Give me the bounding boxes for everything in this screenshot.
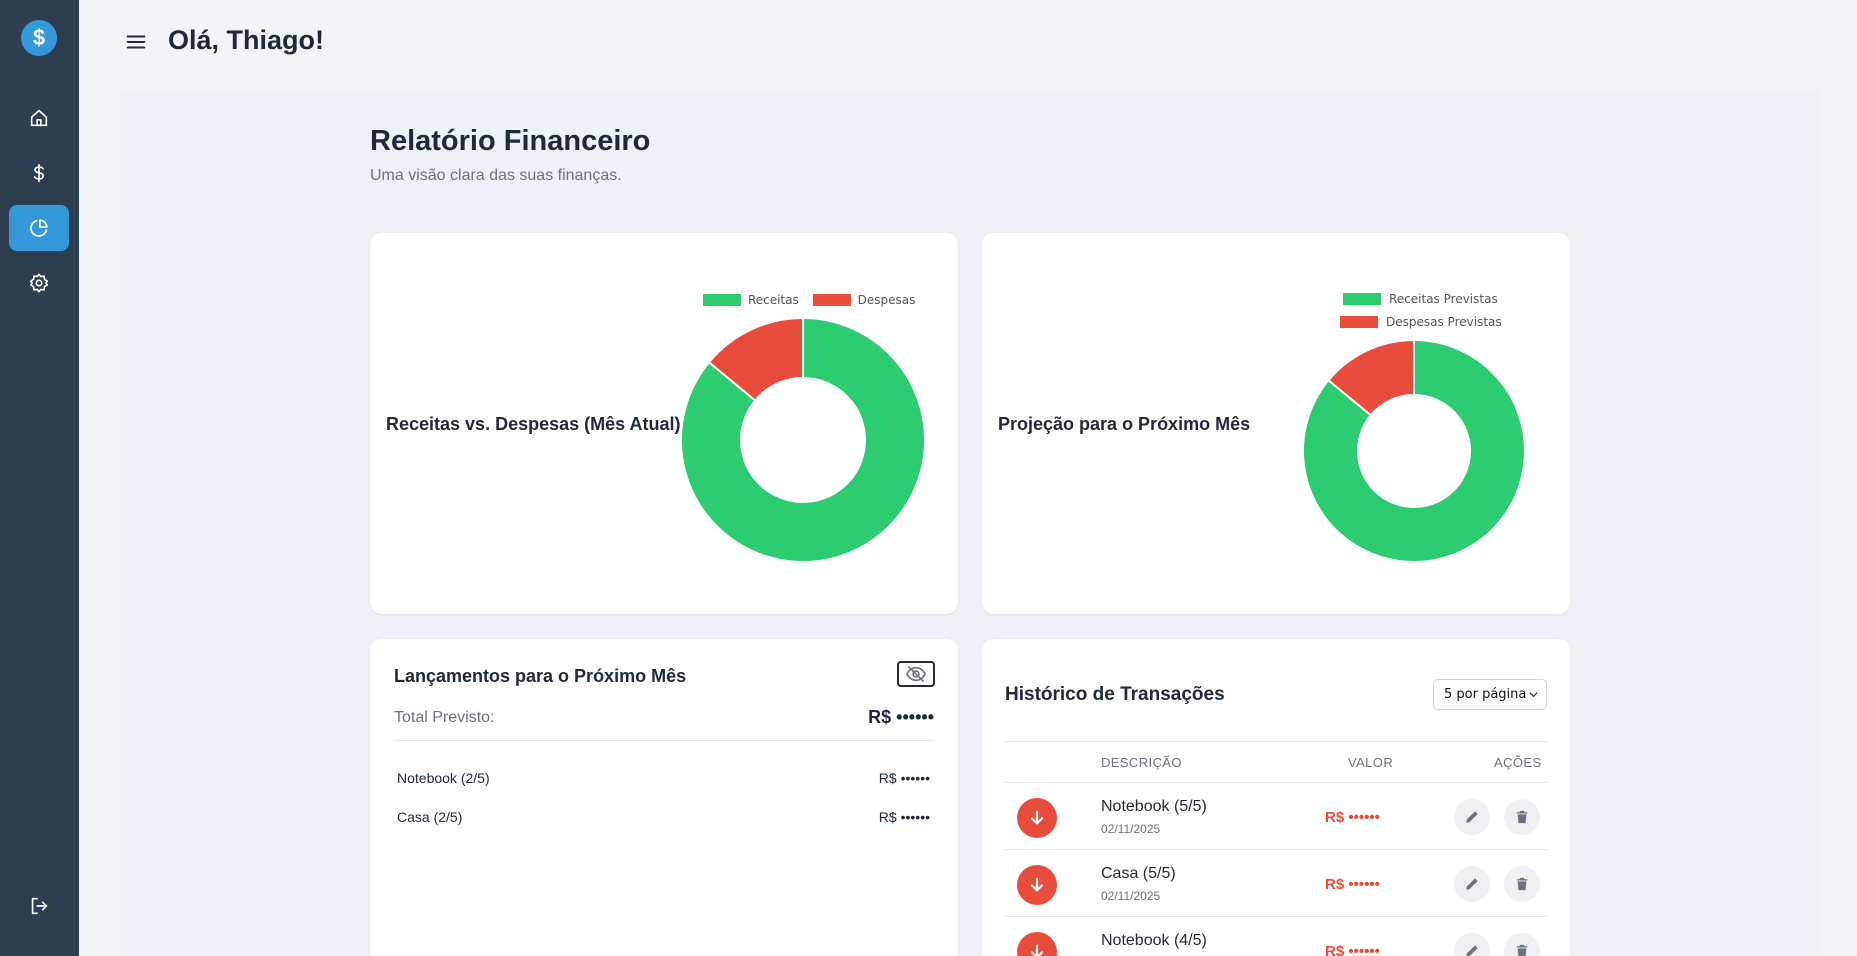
list-item: Casa (2/5) R$ •••••• — [397, 809, 930, 825]
sidebar-item-home[interactable] — [9, 95, 69, 141]
logo-dollar-icon[interactable]: $ — [21, 20, 57, 56]
trash-icon — [1516, 810, 1528, 824]
list-item-value: R$ •••••• — [878, 809, 930, 825]
table-row: Casa (5/5) 02/11/2025 R$ •••••• — [1005, 850, 1547, 917]
donut-chart — [1302, 338, 1526, 563]
transaction-description: Notebook (4/5) — [1101, 932, 1207, 949]
history-title: Histórico de Transações — [1005, 684, 1225, 705]
column-header-value: VALOR — [1348, 755, 1394, 770]
sidebar-item-reports[interactable] — [9, 205, 69, 251]
edit-button[interactable] — [1454, 799, 1490, 835]
chevron-down-icon — [1529, 692, 1538, 698]
eye-off-icon — [906, 665, 926, 683]
page-subtitle: Uma visão clara das suas finanças. — [370, 167, 622, 184]
total-value: R$ •••••• — [868, 707, 934, 727]
column-header-description: DESCRIÇÃO — [1101, 755, 1182, 770]
expense-badge — [1017, 798, 1057, 838]
menu-toggle-button[interactable] — [124, 30, 148, 54]
arrow-down-icon — [1030, 877, 1044, 892]
transaction-description: Casa (5/5) — [1101, 865, 1176, 882]
toggle-visibility-button[interactable] — [897, 661, 935, 687]
divider — [394, 740, 934, 741]
chart-card-projection: Projeção para o Próximo Mês Receitas Pre… — [982, 233, 1570, 614]
logout-button[interactable] — [9, 883, 69, 929]
gear-icon — [29, 273, 49, 293]
page-size-value: 5 por página — [1444, 687, 1527, 702]
transaction-date: 02/11/2025 — [1101, 889, 1161, 903]
pencil-icon — [1466, 811, 1478, 823]
list-item-label: Casa (2/5) — [397, 809, 463, 825]
home-icon — [30, 109, 48, 127]
transaction-value: R$ •••••• — [1325, 876, 1380, 893]
page-title: Relatório Financeiro — [370, 125, 651, 157]
transaction-description: Notebook (5/5) — [1101, 798, 1207, 815]
transaction-value: R$ •••••• — [1325, 943, 1380, 956]
list-item: Notebook (2/5) R$ •••••• — [397, 770, 930, 786]
list-item-label: Notebook (2/5) — [397, 770, 490, 786]
greeting: Olá, Thiago! — [168, 25, 325, 55]
donut-chart — [680, 316, 926, 563]
arrow-down-icon — [1030, 944, 1044, 956]
expense-badge — [1017, 932, 1057, 956]
upcoming-card: Lançamentos para o Próximo Mês Total Pre… — [370, 639, 958, 956]
edit-button[interactable] — [1454, 933, 1490, 956]
pencil-icon — [1466, 878, 1478, 890]
delete-button[interactable] — [1504, 933, 1540, 956]
delete-button[interactable] — [1504, 866, 1540, 902]
table-row: Notebook (5/5) 02/11/2025 R$ •••••• — [1005, 783, 1547, 850]
list-item-value: R$ •••••• — [878, 770, 930, 786]
table-row: Notebook (4/5) R$ •••••• — [1005, 917, 1547, 956]
sidebar: $ — [0, 0, 79, 956]
pencil-icon — [1466, 945, 1478, 956]
sidebar-item-settings[interactable] — [9, 260, 69, 306]
delete-button[interactable] — [1504, 799, 1540, 835]
chart-card-current-month: Receitas vs. Despesas (Mês Atual) Receit… — [370, 233, 958, 614]
history-card: Histórico de Transações 5 por página DES… — [982, 639, 1570, 956]
expense-badge — [1017, 865, 1057, 905]
dollar-icon — [33, 163, 44, 183]
column-header-actions: AÇÕES — [1494, 755, 1542, 770]
total-label: Total Previsto: — [394, 709, 495, 726]
sidebar-item-transactions[interactable] — [9, 150, 69, 196]
transaction-value: R$ •••••• — [1325, 809, 1380, 826]
upcoming-title: Lançamentos para o Próximo Mês — [394, 666, 687, 686]
logout-icon — [31, 897, 48, 915]
divider — [1005, 741, 1547, 742]
trash-icon — [1516, 944, 1528, 956]
pie-chart-icon — [30, 219, 48, 237]
page-size-select[interactable]: 5 por página — [1433, 679, 1547, 710]
trash-icon — [1516, 877, 1528, 891]
transaction-date: 02/11/2025 — [1101, 822, 1161, 836]
hamburger-icon — [126, 35, 146, 49]
edit-button[interactable] — [1454, 866, 1490, 902]
arrow-down-icon — [1030, 810, 1044, 825]
